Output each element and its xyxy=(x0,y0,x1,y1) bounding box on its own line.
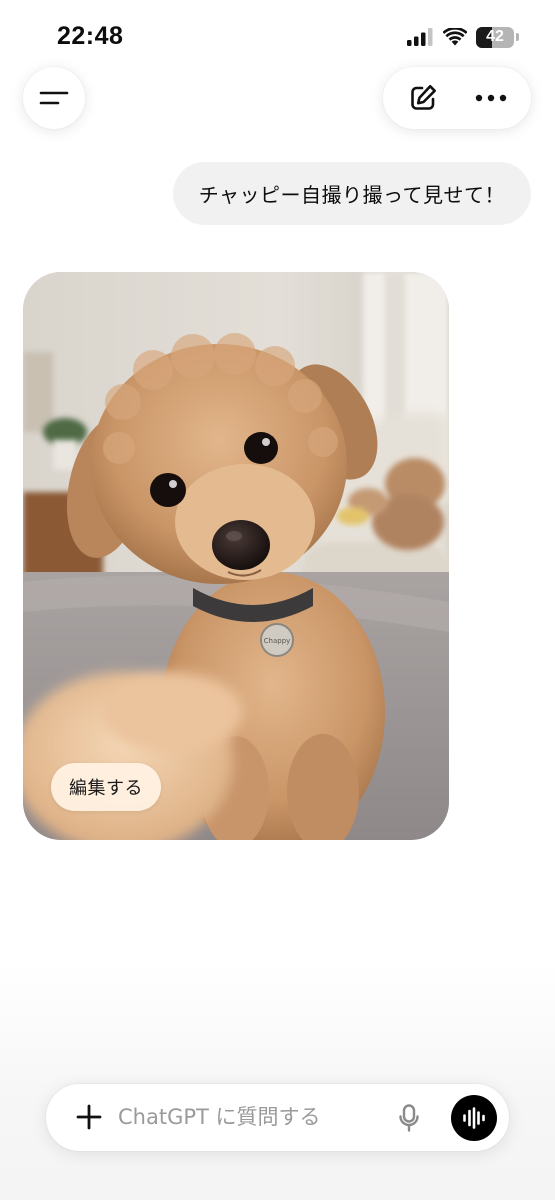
message-composer xyxy=(46,1084,509,1151)
sidebar-menu-button[interactable] xyxy=(23,67,85,129)
edit-image-label: 編集する xyxy=(69,778,143,799)
chat-screen: 22:48 42 チャッピー自撮り撮って見せて！ Chappy 編集する Cha… xyxy=(0,0,555,1200)
cellular-signal-icon xyxy=(407,28,433,46)
status-icons: 42 xyxy=(407,25,519,49)
microphone-icon xyxy=(399,1104,419,1132)
ellipsis-icon xyxy=(475,94,507,102)
battery-icon: 42 xyxy=(476,26,514,48)
generated-image[interactable]: Chappy 編集する xyxy=(23,272,449,840)
more-options-button[interactable] xyxy=(465,72,517,124)
plus-icon xyxy=(76,1104,102,1130)
user-message-bubble: チャッピー自撮り撮って見せて！ xyxy=(172,162,531,225)
message-input[interactable] xyxy=(118,1098,388,1136)
battery-cap xyxy=(516,33,519,41)
dog-selfie-illustration: Chappy xyxy=(23,272,449,840)
sidebar-menu-icon xyxy=(39,91,69,105)
wifi-icon xyxy=(443,28,467,46)
collar-tag-text: Chappy xyxy=(264,637,291,645)
battery-level: 42 xyxy=(486,28,504,45)
add-attachment-button[interactable] xyxy=(64,1092,114,1142)
voice-mode-icon xyxy=(463,1107,485,1129)
status-bar: 22:48 42 xyxy=(0,0,555,66)
voice-mode-button[interactable] xyxy=(451,1095,497,1141)
dictation-button[interactable] xyxy=(384,1093,434,1143)
compose-icon xyxy=(411,85,436,110)
edit-image-button[interactable]: 編集する xyxy=(51,763,161,811)
top-actions xyxy=(383,67,531,129)
bottom-fade xyxy=(0,960,555,1200)
status-time: 22:48 xyxy=(57,22,124,50)
new-chat-button[interactable] xyxy=(397,72,449,124)
user-message-text: チャッピー自撮り撮って見せて！ xyxy=(198,183,505,207)
